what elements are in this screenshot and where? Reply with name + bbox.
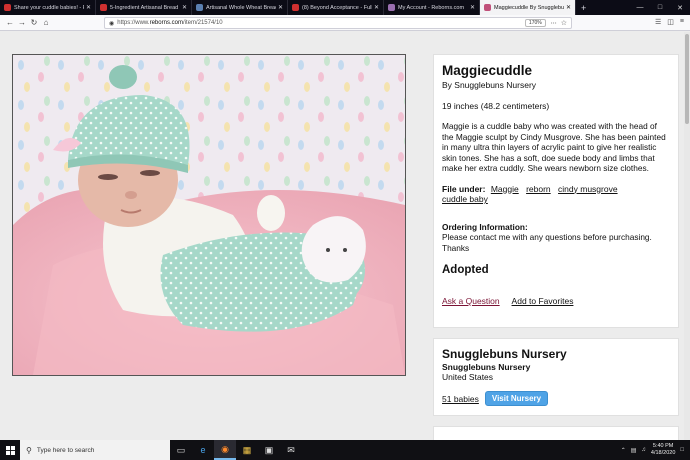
firefox-icon[interactable]: ◉ [214, 440, 236, 460]
sidebar-icon[interactable]: ◫ [667, 18, 674, 26]
chevron-up-icon[interactable]: ⌃ [621, 447, 626, 454]
listing-size: 19 inches (48.2 centimeters) [442, 101, 550, 111]
file-explorer-icon[interactable]: ▦ [236, 440, 258, 460]
maximize-icon[interactable]: □ [650, 0, 670, 15]
url-scheme: https://www. [117, 20, 150, 26]
ordering-text: Please contact me with any questions bef… [442, 232, 652, 253]
bookmark-star-icon[interactable]: ☆ [561, 19, 567, 27]
browser-tab[interactable]: My Account - Reborns.com ✕ [384, 0, 480, 15]
next-card [433, 426, 679, 440]
forward-icon[interactable]: → [16, 17, 28, 29]
url-bar[interactable]: ◉ https://www. reborns.com/item/21574/10 … [104, 17, 572, 29]
tab-close-icon[interactable]: ✕ [470, 4, 475, 11]
ask-question-link[interactable]: Ask a Question [442, 296, 500, 306]
edge-icon[interactable]: e [192, 440, 214, 460]
babies-count-link[interactable]: 51 babies [442, 394, 479, 404]
notifications-icon[interactable]: □ [680, 447, 684, 453]
tab-title: Artisanal Whole Wheat Bread R [206, 4, 276, 11]
nursery-subtitle: Snugglebuns Nursery [442, 362, 531, 372]
browser-nav-bar: ← → ↻ ⌂ ◉ https://www. reborns.com/item/2… [0, 15, 690, 31]
product-photo[interactable] [12, 54, 406, 376]
listing-title: Maggiecuddle [442, 63, 533, 78]
browser-tab[interactable]: Maggiecuddle By Snugglebuns ✕ [480, 0, 576, 15]
page-scrollbar[interactable] [684, 32, 690, 440]
tab-title: (8) Beyond Acceptance - Full N [302, 4, 372, 11]
network-icon[interactable]: ▤ [631, 447, 637, 454]
task-view-icon[interactable]: ▭ [170, 440, 192, 460]
zoom-level[interactable]: 170% [524, 19, 546, 27]
tab-close-icon[interactable]: ✕ [374, 4, 379, 11]
tab-favicon-icon [100, 4, 107, 11]
tab-title: My Account - Reborns.com [398, 4, 465, 11]
browser-tab-bar: Share your cuddle babies! - Rebor✕5-Ingr… [0, 0, 690, 15]
volume-icon[interactable]: ♫ [641, 447, 646, 453]
tab-close-icon[interactable]: ✕ [278, 4, 283, 11]
scrollbar-thumb[interactable] [685, 34, 689, 124]
new-tab-button[interactable]: + [576, 0, 591, 15]
reload-icon[interactable]: ↻ [28, 17, 40, 29]
ordering-info: Ordering Information: Please contact me … [442, 222, 670, 254]
tab-favicon-icon [484, 4, 491, 11]
tab-title: Maggiecuddle By Snugglebuns [494, 4, 564, 11]
ordering-label: Ordering Information: [442, 221, 528, 232]
tag-link[interactable]: cindy musgrove [558, 184, 618, 194]
toolbar-icons: ☰ ◫ ≡ [655, 18, 684, 26]
tab-close-icon[interactable]: ✕ [182, 4, 187, 11]
listing-info-card: Maggiecuddle By Snugglebuns Nursery 19 i… [433, 54, 679, 328]
tab-favicon-icon [196, 4, 203, 11]
store-icon[interactable]: ▣ [258, 440, 280, 460]
visit-nursery-button[interactable]: Visit Nursery [484, 391, 549, 406]
tab-close-icon[interactable]: ✕ [86, 4, 91, 11]
taskbar: ⚲ Type here to search ▭ e ◉ ▦ ▣ ✉ ⌃ ▤ ♫ … [0, 440, 690, 460]
tag-link[interactable]: cuddle baby [442, 194, 488, 204]
nursery-card: Snugglebuns Nursery Snugglebuns Nursery … [433, 338, 679, 416]
tab-title: 5-Ingredient Artisanal Bread Re [110, 4, 180, 11]
browser-tab[interactable]: Artisanal Whole Wheat Bread R ✕ [192, 0, 288, 15]
file-under: File under: Maggie reborn cindy musgrove… [442, 184, 670, 205]
status-badge: Adopted [442, 264, 489, 276]
file-under-label: File under: [442, 183, 486, 194]
search-placeholder: Type here to search [36, 446, 95, 454]
listing-actions: Ask a Question Add to Favorites [442, 296, 670, 306]
menu-icon[interactable]: ≡ [680, 18, 684, 26]
browser-tab[interactable]: Share your cuddle babies! - Rebor✕ [0, 0, 96, 15]
baby-doll-image [13, 55, 405, 375]
tag-link[interactable]: reborn [526, 184, 551, 194]
tab-title: Share your cuddle babies! - Rebor [14, 4, 84, 11]
tag-link[interactable]: Maggie [491, 184, 519, 194]
listing-description: Maggie is a cuddle baby who was created … [442, 121, 666, 173]
search-icon: ⚲ [26, 445, 32, 455]
nursery-country: United States [442, 372, 494, 382]
system-tray: ⌃ ▤ ♫ 5:40 PM 4/18/2020 □ [621, 443, 690, 457]
browser-tab[interactable]: 5-Ingredient Artisanal Bread Re ✕ [96, 0, 192, 15]
clock-date: 4/18/2020 [650, 450, 676, 456]
windows-start-icon[interactable] [0, 440, 20, 460]
url-path: /item/21574/10 [182, 20, 223, 26]
listing-byline: By Snugglebuns Nursery [442, 80, 537, 90]
add-favorites-link[interactable]: Add to Favorites [512, 296, 574, 306]
library-icon[interactable]: ☰ [655, 18, 661, 26]
nursery-title[interactable]: Snugglebuns Nursery [442, 347, 670, 361]
clock-time: 5:40 PM [652, 443, 674, 449]
tab-favicon-icon [292, 4, 299, 11]
clock[interactable]: 5:40 PM 4/18/2020 [651, 443, 675, 457]
tab-close-icon[interactable]: ✕ [566, 4, 571, 11]
nursery-actions: 51 babies Visit Nursery [442, 391, 670, 406]
taskbar-search-input[interactable]: ⚲ Type here to search [20, 440, 170, 460]
tab-favicon-icon [4, 4, 11, 11]
window-controls: — □ ✕ [630, 0, 690, 15]
url-host: reborns.com [149, 20, 183, 26]
tab-favicon-icon [388, 4, 395, 11]
home-icon[interactable]: ⌂ [40, 17, 52, 29]
back-icon[interactable]: ← [4, 17, 16, 29]
page-actions-icon[interactable]: ⋯ [551, 20, 557, 27]
close-window-icon[interactable]: ✕ [670, 0, 690, 15]
mail-icon[interactable]: ✉ [280, 440, 302, 460]
lock-icon: ◉ [109, 20, 115, 27]
browser-tab[interactable]: (8) Beyond Acceptance - Full N ✕ [288, 0, 384, 15]
minimize-icon[interactable]: — [630, 0, 650, 15]
